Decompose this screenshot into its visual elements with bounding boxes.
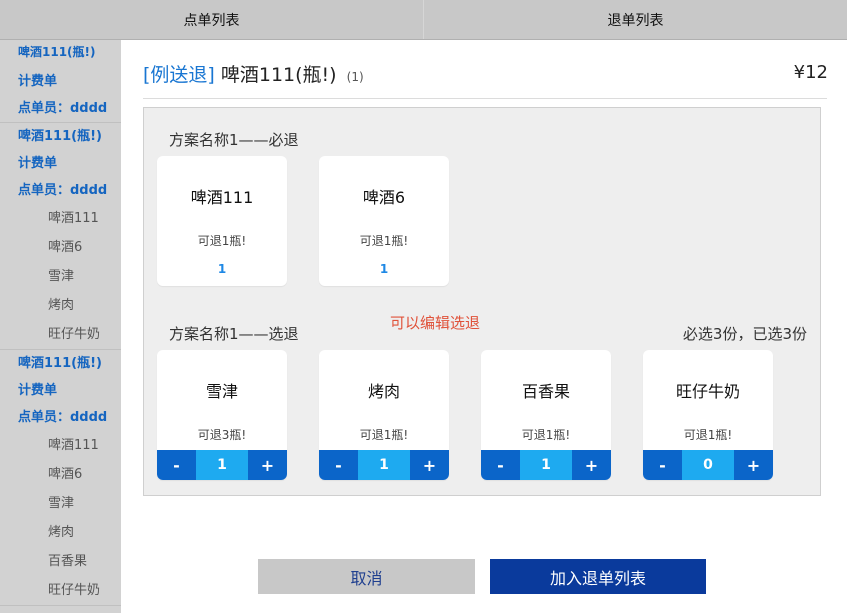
quantity-value[interactable]: 1: [196, 450, 248, 480]
card-item-name: 啤酒111: [190, 188, 254, 207]
order-item-title[interactable]: 啤酒111(瓶!): [0, 40, 121, 68]
card-avail-text: 可退1瓶!: [683, 428, 733, 442]
staff-label: 点单员：dddd: [18, 101, 108, 116]
card-item-name: 旺仔牛奶: [675, 382, 740, 401]
order-group[interactable]: 啤酒111(瓶!) 计费单 点单员：dddd 啤酒111 啤酒6 雪津 烤肉 百…: [0, 350, 121, 606]
sub-item[interactable]: 啤酒111: [0, 431, 121, 460]
order-group[interactable]: 啤酒111(瓶!) 计费单 点单员：dddd 啤酒111 啤酒6 雪津 烤肉 旺…: [0, 123, 121, 350]
quantity-value[interactable]: 1: [358, 450, 410, 480]
card-qty: 1: [217, 262, 227, 276]
selection-count: 必选3份，已选3份: [682, 325, 807, 343]
edit-hint: 可以编辑选退: [390, 314, 481, 332]
tab-return-list[interactable]: 退单列表: [424, 0, 847, 39]
card-item-name: 烤肉: [367, 382, 400, 401]
quantity-stepper: - 1 +: [157, 450, 287, 480]
staff-label: 点单员：dddd: [18, 183, 108, 198]
title-divider: [143, 98, 827, 99]
sub-item[interactable]: 旺仔牛奶: [0, 576, 121, 605]
sub-item[interactable]: 雪津: [0, 489, 121, 518]
item-price: ¥12: [793, 62, 828, 83]
package-panel: 方案名称1——必退 啤酒111 可退1瓶! 1 啤酒6 可退1瓶! 1 方案名称…: [143, 107, 821, 496]
item-count: (1): [346, 70, 364, 84]
return-type-tag: [例送退]: [143, 64, 215, 86]
card-avail-text: 可退1瓶!: [197, 234, 247, 248]
sub-item[interactable]: 烤肉: [0, 518, 121, 547]
quantity-stepper: - 1 +: [481, 450, 611, 480]
bill-type: 计费单: [18, 156, 58, 171]
dialog-title: [例送退] 啤酒111(瓶!) (1): [143, 60, 364, 87]
quantity-value[interactable]: 0: [682, 450, 734, 480]
sub-item[interactable]: 烤肉: [0, 291, 121, 320]
decrement-button[interactable]: -: [481, 450, 520, 480]
decrement-button[interactable]: -: [319, 450, 358, 480]
return-dialog: [例送退] 啤酒111(瓶!) (1) ¥12 方案名称1——必退 啤酒111 …: [121, 40, 847, 613]
increment-button[interactable]: +: [248, 450, 287, 480]
card-avail-text: 可退1瓶!: [359, 234, 409, 248]
order-sidebar: 啤酒111(瓶!) 计费单 点单员：dddd 啤酒111(瓶!) 计费单 点单员…: [0, 40, 121, 613]
order-item-title[interactable]: 啤酒111(瓶!): [0, 123, 121, 150]
app-root: 点单列表 退单列表 啤酒111(瓶!) 计费单 点单员：dddd 啤酒111(瓶…: [0, 0, 847, 613]
increment-button[interactable]: +: [734, 450, 773, 480]
optional-item-card: 旺仔牛奶 可退1瓶! - 0 +: [643, 350, 773, 480]
optional-item-card: 烤肉 可退1瓶! - 1 +: [319, 350, 449, 480]
required-item-card: 啤酒111 可退1瓶! 1: [157, 156, 287, 286]
quantity-stepper: - 1 +: [319, 450, 449, 480]
bill-type: 计费单: [18, 383, 58, 398]
add-to-return-list-button[interactable]: 加入退单列表: [490, 559, 706, 594]
increment-button[interactable]: +: [572, 450, 611, 480]
tab-bar: 点单列表 退单列表: [0, 0, 847, 40]
card-item-name: 啤酒6: [362, 188, 406, 207]
tab-order-list[interactable]: 点单列表: [0, 0, 424, 39]
card-avail-text: 可退1瓶!: [359, 428, 409, 442]
sub-item[interactable]: 雪津: [0, 262, 121, 291]
sub-item[interactable]: 啤酒6: [0, 460, 121, 489]
card-avail-text: 可退1瓶!: [521, 428, 571, 442]
card-item-name: 百香果: [521, 382, 570, 401]
sub-item[interactable]: 啤酒111: [0, 204, 121, 233]
quantity-stepper: - 0 +: [643, 450, 773, 480]
optional-item-card: 雪津 可退3瓶! - 1 +: [157, 350, 287, 480]
decrement-button[interactable]: -: [157, 450, 196, 480]
bill-type: 计费单: [18, 74, 58, 89]
increment-button[interactable]: +: [410, 450, 449, 480]
item-name: 啤酒111(瓶!): [220, 64, 337, 86]
sub-item[interactable]: 啤酒6: [0, 233, 121, 262]
optional-section-title: 方案名称1——选退: [169, 325, 299, 343]
optional-item-card: 百香果 可退1瓶! - 1 +: [481, 350, 611, 480]
card-qty: 1: [379, 262, 389, 276]
cancel-button[interactable]: 取消: [258, 559, 475, 594]
sub-item[interactable]: 百香果: [0, 547, 121, 576]
order-group[interactable]: 啤酒111(瓶!) 计费单 点单员：dddd: [0, 40, 121, 123]
order-item-title[interactable]: 啤酒111(瓶!): [0, 350, 121, 377]
decrement-button[interactable]: -: [643, 450, 682, 480]
quantity-value[interactable]: 1: [520, 450, 572, 480]
required-item-card: 啤酒6 可退1瓶! 1: [319, 156, 449, 286]
required-section-title: 方案名称1——必退: [169, 131, 299, 149]
card-item-name: 雪津: [205, 382, 238, 401]
sub-item[interactable]: 旺仔牛奶: [0, 320, 121, 349]
card-avail-text: 可退3瓶!: [197, 428, 247, 442]
staff-label: 点单员：dddd: [18, 410, 108, 425]
